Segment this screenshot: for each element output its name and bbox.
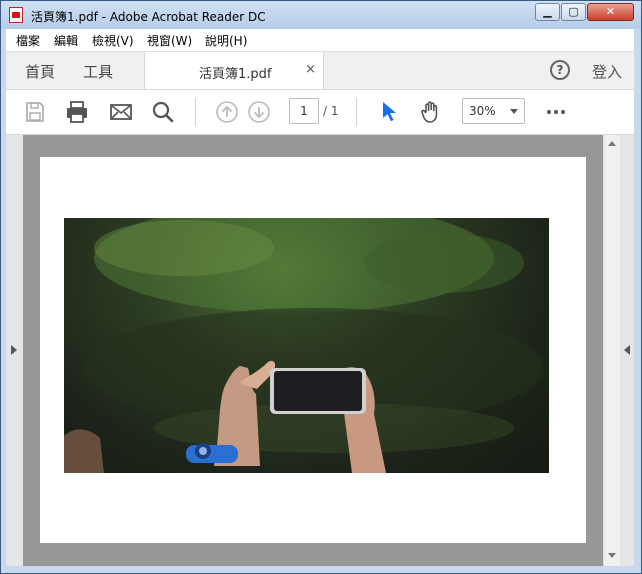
document-viewer [6, 135, 634, 566]
search-icon[interactable] [151, 100, 175, 124]
next-page-icon[interactable] [247, 100, 271, 124]
maximize-button[interactable]: ▢ [561, 3, 586, 21]
chevron-down-icon [510, 109, 518, 114]
menu-view[interactable]: 檢視(V) [92, 32, 134, 49]
pdf-page [40, 157, 586, 543]
login-link[interactable]: 登入 [592, 61, 622, 82]
print-icon[interactable] [65, 100, 89, 124]
close-tab-icon[interactable]: × [305, 62, 316, 77]
menu-edit[interactable]: 編輯 [54, 32, 78, 49]
menu-bar: 檔案 編輯 檢視(V) 視窗(W) 說明(H) [6, 29, 634, 52]
zoom-select[interactable]: 30% [462, 98, 525, 124]
pdf-app-icon [9, 7, 23, 23]
menu-window[interactable]: 視窗(W) [147, 32, 192, 49]
more-icon[interactable] [544, 100, 568, 124]
page-area[interactable] [23, 135, 603, 566]
tab-home[interactable]: 首頁 [25, 61, 55, 82]
menu-file[interactable]: 檔案 [16, 32, 40, 49]
window-title: 活頁簿1.pdf - Adobe Acrobat Reader DC [31, 10, 266, 24]
email-icon[interactable] [109, 100, 133, 124]
tab-document[interactable]: 活頁簿1.pdf × [144, 52, 324, 89]
zoom-value: 30% [469, 104, 496, 118]
toolbar-separator [195, 98, 196, 126]
toolbar-separator [356, 98, 357, 126]
hand-tool-icon[interactable] [419, 100, 443, 124]
help-icon[interactable]: ? [550, 60, 570, 80]
scroll-up-icon[interactable] [608, 141, 616, 146]
prev-page-icon[interactable] [215, 100, 239, 124]
vertical-scrollbar[interactable] [603, 135, 620, 566]
title-bar: 活頁簿1.pdf - Adobe Acrobat Reader DC ▁ ▢ ✕ [1, 1, 641, 29]
tab-bar: 首頁 工具 活頁簿1.pdf × ? 登入 [6, 52, 634, 90]
tab-tools[interactable]: 工具 [83, 61, 113, 82]
document-tab-label: 活頁簿1.pdf [199, 67, 272, 82]
document-photo [64, 218, 549, 473]
right-pane-toggle[interactable] [620, 135, 634, 566]
acrobat-window: 活頁簿1.pdf - Adobe Acrobat Reader DC ▁ ▢ ✕… [0, 0, 642, 574]
close-window-button[interactable]: ✕ [587, 3, 634, 21]
menu-help[interactable]: 說明(H) [205, 32, 247, 49]
select-cursor-icon[interactable] [377, 100, 401, 124]
left-pane-toggle[interactable] [6, 135, 23, 566]
scroll-down-icon[interactable] [608, 553, 616, 558]
page-total: / 1 [323, 104, 339, 118]
minimize-button[interactable]: ▁ [535, 3, 560, 21]
page-number-input[interactable]: 1 [289, 98, 319, 124]
save-icon[interactable] [23, 100, 47, 124]
toolbar: 1 / 1 30% [6, 90, 634, 135]
